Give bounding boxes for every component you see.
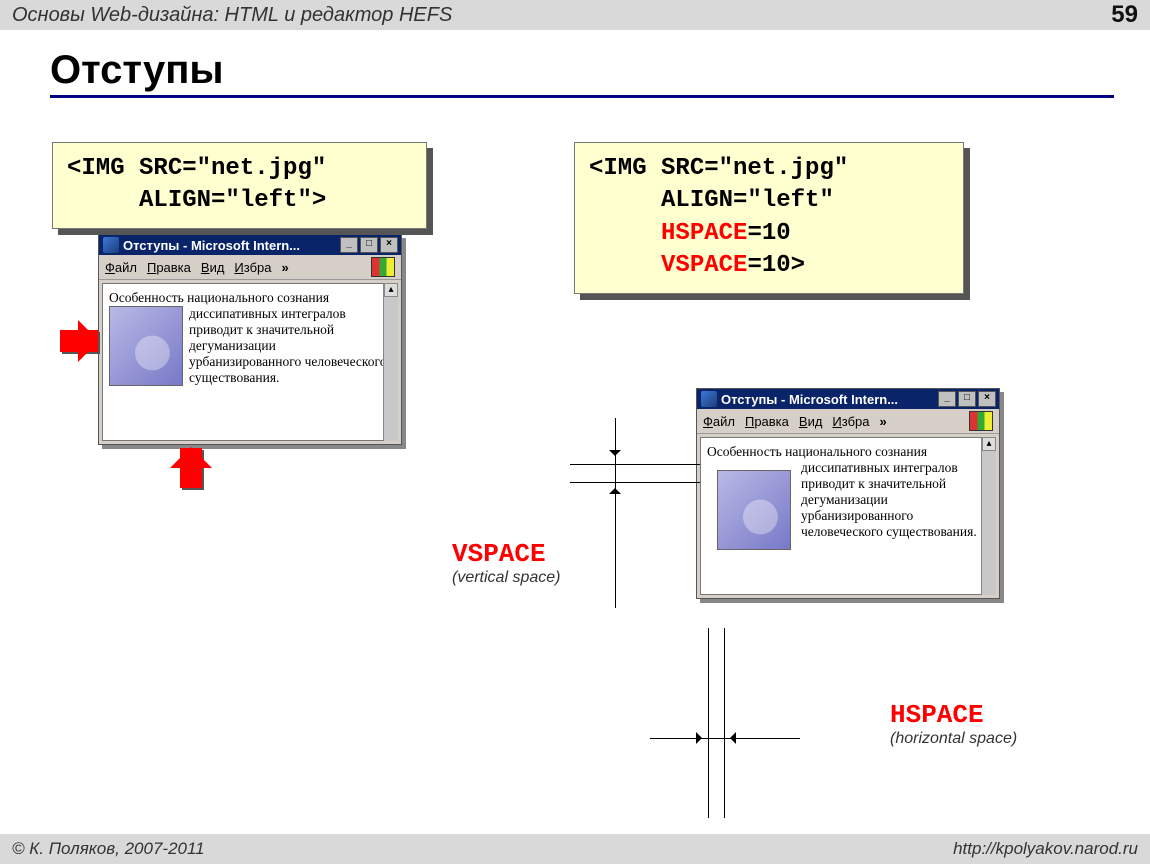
arrowhead-icon [724,732,736,744]
menu-more[interactable]: » [880,414,887,429]
maximize-button[interactable]: □ [360,237,378,253]
dim-line [570,464,700,465]
browser-window-right: Отступы - Microsoft Intern... _ □ × Файл… [696,388,1000,599]
arrowhead-icon [609,482,621,494]
throbber-icon [969,411,993,431]
maximize-button[interactable]: □ [958,391,976,407]
menubar: Файл Правка Вид Избра » [99,255,401,280]
dim-line [615,418,616,608]
browser-window-left: Отступы - Microsoft Intern... _ □ × Файл… [98,234,402,445]
throbber-icon [371,257,395,277]
embedded-image [109,306,183,386]
hspace-label: HSPACE (horizontal space) [890,700,1017,748]
menu-file[interactable]: Файл [703,414,735,429]
code-example-left: <IMG SRC="net.jpg" ALIGN="left"> [52,142,427,229]
ie-icon [701,391,717,407]
minimize-button[interactable]: _ [340,237,358,253]
header-title: Основы Web-дизайна: HTML и редактор HEFS [12,4,452,27]
menu-edit[interactable]: Правка [147,260,191,275]
window-title: Отступы - Microsoft Intern... [123,238,300,253]
footer-bar: © К. Поляков, 2007-2011 http://kpolyakov… [0,834,1150,864]
arrowhead-icon [696,732,708,744]
embedded-image [717,470,791,550]
page-number: 59 [1111,1,1138,29]
footer-left: © К. Поляков, 2007-2011 [12,839,205,859]
menu-more[interactable]: » [282,260,289,275]
arrowhead-icon [609,450,621,462]
code-example-right: <IMG SRC="net.jpg" ALIGN="left" HSPACE=1… [574,142,964,294]
vspace-label: VSPACE (vertical space) [452,539,560,587]
menu-edit[interactable]: Правка [745,414,789,429]
titlebar: Отступы - Microsoft Intern... _ □ × [99,235,401,255]
scrollbar[interactable] [383,283,398,441]
menu-favorites[interactable]: Избра [832,414,869,429]
menu-view[interactable]: Вид [201,260,225,275]
menu-view[interactable]: Вид [799,414,823,429]
scrollbar[interactable] [981,437,996,595]
title-underline [50,95,1114,98]
viewport: Особенность национального сознания дисси… [700,437,996,595]
footer-right: http://kpolyakov.narod.ru [953,839,1138,859]
viewport: Особенность национального сознания дисси… [102,283,398,441]
close-button[interactable]: × [380,237,398,253]
dim-line [570,482,700,483]
arrow-left-icon [60,330,98,352]
window-title: Отступы - Microsoft Intern... [721,392,898,407]
arrow-up-icon [180,448,202,488]
ie-icon [103,237,119,253]
dim-line [708,628,709,818]
header-bar: Основы Web-дизайна: HTML и редактор HEFS… [0,0,1150,30]
minimize-button[interactable]: _ [938,391,956,407]
dim-line [724,628,725,818]
menu-file[interactable]: Файл [105,260,137,275]
menubar: Файл Правка Вид Избра » [697,409,999,434]
menu-favorites[interactable]: Избра [234,260,271,275]
titlebar: Отступы - Microsoft Intern... _ □ × [697,389,999,409]
close-button[interactable]: × [978,391,996,407]
slide-title: Отступы [50,48,1150,93]
